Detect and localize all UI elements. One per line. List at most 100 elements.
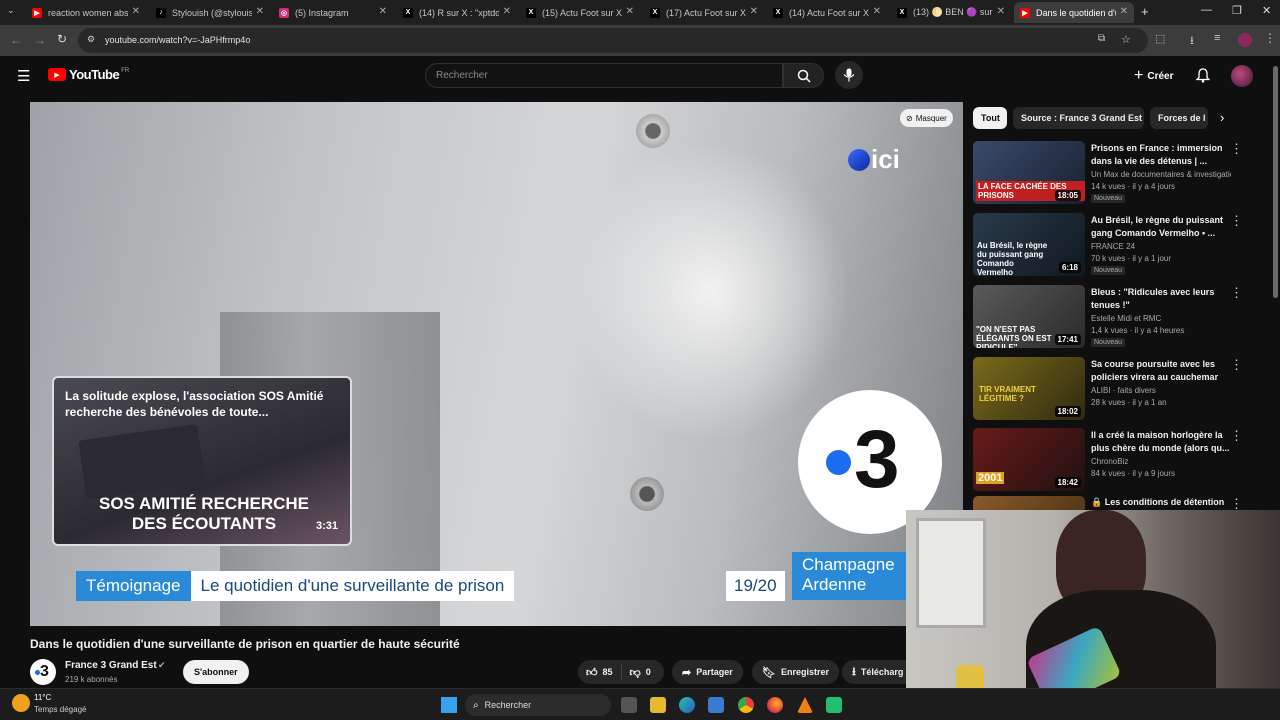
- recommendation-title: Au Brésil, le règne du puissant gang Com…: [1091, 215, 1224, 238]
- new-tab-icon[interactable]: +: [1141, 4, 1149, 19]
- window-frame: [916, 518, 986, 628]
- close-icon[interactable]: ✕: [256, 6, 264, 17]
- close-icon[interactable]: ✕: [750, 6, 758, 17]
- browser-tab[interactable]: X (14) Actu Foot sur X ✕: [767, 2, 887, 23]
- recommendation-item[interactable]: 🔒 Les conditions de détention ⋮: [973, 496, 1243, 510]
- chip-label: Tout: [981, 113, 1000, 123]
- phone-device: [78, 423, 206, 501]
- hamburger-menu-icon[interactable]: ☰: [17, 67, 30, 85]
- france3-logo-number: 3: [854, 414, 900, 505]
- taskbar-search[interactable]: ⌕ Rechercher: [465, 694, 611, 716]
- bookmark-star-icon[interactable]: ☆: [1121, 33, 1131, 46]
- x-icon: X: [773, 7, 783, 18]
- hide-overlay-button[interactable]: ⊘ Masquer: [900, 109, 953, 127]
- dislike-button[interactable]: 👎︎ 0: [622, 666, 659, 679]
- lower-third-text: Le quotidien d'une surveillante de priso…: [190, 571, 515, 601]
- hide-label: Masquer: [915, 113, 947, 123]
- more-options-icon[interactable]: ⋮: [1230, 213, 1243, 229]
- windows-start-icon[interactable]: [441, 697, 457, 713]
- media-control-icon[interactable]: ≡: [1214, 32, 1220, 44]
- site-info-icon[interactable]: ⚙: [87, 34, 95, 45]
- chip-forces[interactable]: Forces de l: [1150, 107, 1208, 129]
- subscribe-button[interactable]: S'abonner: [183, 660, 249, 684]
- extensions-icon[interactable]: ⬚: [1155, 32, 1165, 45]
- more-options-icon[interactable]: ⋮: [1230, 141, 1243, 157]
- browser-tab[interactable]: ◎ (5) Instagram ✕: [273, 2, 393, 23]
- browser-tab[interactable]: X (15) Actu Foot sur X ✕: [520, 2, 640, 23]
- tab-label: Stylouish (@stylouish: [172, 7, 252, 18]
- browser-tab[interactable]: ♪ Stylouish (@stylouish ✕: [150, 2, 270, 23]
- minimize-icon[interactable]: —: [1201, 4, 1212, 16]
- store-icon[interactable]: [708, 697, 724, 713]
- app-icon[interactable]: [826, 697, 842, 713]
- file-explorer-icon[interactable]: [650, 697, 666, 713]
- chip-all[interactable]: Tout: [973, 107, 1007, 129]
- edge-icon[interactable]: [679, 697, 695, 713]
- back-icon[interactable]: ←: [10, 33, 22, 47]
- browser-tab[interactable]: X (13) 🌕 BEN 🟣 sur ✕: [891, 2, 1011, 23]
- youtube-logo[interactable]: ▶ YouTube FR: [48, 67, 129, 82]
- recommendation-item[interactable]: "ON N'EST PAS ÉLÉGANTS ON EST RIDICULE" …: [973, 285, 1243, 351]
- close-icon[interactable]: ✕: [873, 6, 881, 17]
- download-arrow-icon: ⭳: [852, 665, 856, 678]
- search-input[interactable]: Rechercher: [425, 63, 783, 88]
- voice-search-button[interactable]: [835, 61, 863, 89]
- profile-avatar[interactable]: [1238, 33, 1252, 47]
- close-icon[interactable]: ✕: [379, 6, 387, 17]
- download-icon[interactable]: ⭳: [1190, 32, 1194, 51]
- chip-source[interactable]: Source : France 3 Grand Est: [1013, 107, 1144, 129]
- close-icon[interactable]: ✕: [132, 6, 140, 17]
- maximize-icon[interactable]: ❐: [1232, 4, 1242, 17]
- close-icon[interactable]: ✕: [997, 6, 1005, 17]
- channel-name[interactable]: France 3 Grand Est: [65, 660, 157, 671]
- video-player[interactable]: ⊘ Masquer ici 3 La solitude explose, l'a…: [30, 102, 963, 626]
- browser-tab-active[interactable]: ▶ Dans le quotidien d'u ✕: [1014, 2, 1134, 23]
- endcard-caption: SOS AMITIÉ RECHERCHE DES ÉCOUTANTS: [98, 494, 309, 533]
- close-icon[interactable]: ✕: [626, 6, 634, 17]
- close-icon[interactable]: ✕: [503, 6, 511, 17]
- browser-tab[interactable]: X (17) Actu Foot sur X ✕: [644, 2, 764, 23]
- url-field[interactable]: ⚙ youtube.com/watch?v=-JaPHfrmp4o ⧉ ☆: [78, 28, 1148, 53]
- more-options-icon[interactable]: ⋮: [1230, 357, 1243, 373]
- recommendation-item[interactable]: Au Brésil, le règne du puissant gang Com…: [973, 213, 1243, 279]
- forward-icon[interactable]: →: [34, 33, 46, 47]
- chrome-icon[interactable]: [738, 697, 754, 713]
- vlc-icon[interactable]: [797, 697, 813, 713]
- recommendation-channel: ChronoBiz: [1091, 457, 1129, 466]
- recommendation-item[interactable]: 2001 18:42 Il a créé la maison horlogère…: [973, 428, 1243, 494]
- share-button[interactable]: ➦ Partager: [672, 660, 743, 684]
- firefox-icon[interactable]: [767, 697, 783, 713]
- recommendation-title: Prisons en France : immersion dans la vi…: [1091, 143, 1223, 166]
- endcard-video[interactable]: La solitude explose, l'association SOS A…: [52, 376, 352, 546]
- close-icon[interactable]: ✕: [1120, 6, 1128, 17]
- more-options-icon[interactable]: ⋮: [1230, 285, 1243, 301]
- channel-avatar[interactable]: 3: [30, 659, 56, 685]
- notifications-bell-icon[interactable]: [1196, 68, 1210, 83]
- scrollbar-thumb[interactable]: [1273, 66, 1278, 298]
- weather-icon[interactable]: [12, 694, 30, 712]
- browser-menu-icon[interactable]: ⋮: [1264, 31, 1276, 45]
- subscribe-label: S'abonner: [194, 667, 238, 677]
- recommendation-title: Bleus : "Ridicules avec leurs tenues !": [1091, 287, 1215, 310]
- recommendation-item[interactable]: LA FACE CACHÉE DES PRISONS 18:05 Prisons…: [973, 141, 1243, 207]
- more-options-icon[interactable]: ⋮: [1230, 496, 1243, 510]
- browser-tab[interactable]: X (14) R sur X : "xptdd ✕: [397, 2, 517, 23]
- like-button[interactable]: 👍︎ 85: [578, 664, 622, 680]
- download-button[interactable]: ⭳ Télécharg: [842, 660, 906, 684]
- search-button[interactable]: [783, 63, 824, 88]
- youtube-play-icon: ▶: [48, 68, 66, 81]
- window-close-icon[interactable]: ✕: [1262, 4, 1271, 17]
- browser-tab-strip: ⌄ ▶ reaction women abs ✕ ♪ Stylouish (@s…: [0, 0, 1280, 25]
- save-button[interactable]: 🔖︎ Enregistrer: [752, 660, 839, 684]
- endcard-title: La solitude explose, l'association SOS A…: [65, 389, 324, 419]
- install-icon[interactable]: ⧉: [1098, 33, 1105, 44]
- recommendation-item[interactable]: TIR VRAIMENT LÉGITIME ? 18:02 Sa course …: [973, 357, 1243, 423]
- tab-search-icon[interactable]: ⌄: [7, 5, 15, 16]
- task-view-icon[interactable]: [621, 697, 637, 713]
- create-button[interactable]: + Créer: [1128, 64, 1179, 88]
- more-options-icon[interactable]: ⋮: [1230, 428, 1243, 444]
- reload-icon[interactable]: ↻: [57, 32, 67, 46]
- account-avatar[interactable]: [1231, 65, 1253, 87]
- chevron-right-icon[interactable]: ›: [1220, 110, 1224, 125]
- browser-tab[interactable]: ▶ reaction women abs ✕: [26, 2, 146, 23]
